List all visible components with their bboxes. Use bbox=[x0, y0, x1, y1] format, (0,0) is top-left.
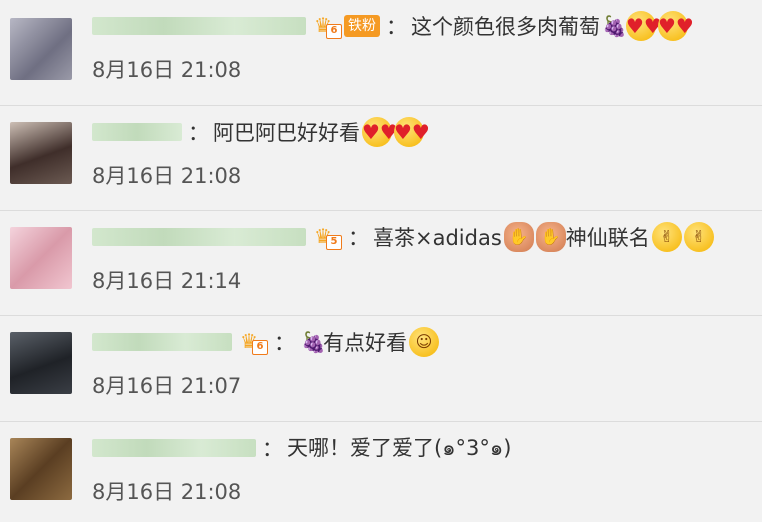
comment-list: ♛ 6 铁粉 ： 这个颜色很多肉葡萄 🍇 ♥♥ ♥♥ 8月16日 21:08 ：… bbox=[0, 0, 762, 522]
username-blurred[interactable] bbox=[92, 228, 306, 246]
pray-hands-emoji: ✋ bbox=[503, 222, 534, 252]
heart-eyes-emoji: ♥♥ bbox=[362, 117, 398, 147]
vip-badge[interactable]: ♛ 5 bbox=[312, 224, 342, 250]
username-blurred[interactable] bbox=[92, 333, 232, 351]
comment-item[interactable]: ： 阿巴阿巴好好看 ♥♥ ♥♥ 8月16日 21:08 bbox=[0, 106, 762, 210]
timestamp: 8月16日 21:08 bbox=[92, 58, 242, 82]
comment-text-after: 神仙联名 bbox=[565, 226, 650, 250]
fan-badge[interactable]: 铁粉 bbox=[344, 15, 380, 37]
comment-line: ♛ 6 铁粉 ： 这个颜色很多肉葡萄 🍇 ♥♥ ♥♥ bbox=[92, 8, 694, 44]
heart-eyes-emoji: ♥♥ bbox=[626, 11, 662, 41]
avatar[interactable] bbox=[10, 332, 72, 394]
comment-text: 有点好看 bbox=[323, 331, 407, 355]
comment-text: 这个颜色很多肉葡萄 bbox=[411, 15, 600, 39]
vip-badge[interactable]: ♛ 6 bbox=[312, 13, 342, 39]
laugh-emoji: ✌ bbox=[651, 222, 682, 252]
avatar[interactable] bbox=[10, 122, 72, 184]
laugh-emoji: ✌ bbox=[683, 222, 714, 252]
comment-item[interactable]: ♛ 6 铁粉 ： 这个颜色很多肉葡萄 🍇 ♥♥ ♥♥ 8月16日 21:08 bbox=[0, 0, 762, 105]
separator: ： bbox=[188, 121, 209, 145]
timestamp: 8月16日 21:07 bbox=[92, 374, 242, 398]
comment-line: ： 天哪！爱了爱了(๑°3°๑) bbox=[92, 430, 511, 466]
separator: ： bbox=[386, 15, 407, 39]
timestamp: 8月16日 21:08 bbox=[92, 164, 242, 188]
separator: ： bbox=[348, 226, 369, 250]
comment-item[interactable]: ： 天哪！爱了爱了(๑°3°๑) 8月16日 21:08 bbox=[0, 422, 762, 522]
comment-text: 天哪！爱了爱了(๑°3°๑) bbox=[287, 435, 512, 460]
vip-level: 6 bbox=[326, 24, 342, 39]
separator: ： bbox=[274, 331, 295, 355]
heart-eyes-emoji: ♥♥ bbox=[658, 11, 694, 41]
timestamp: 8月16日 21:08 bbox=[92, 480, 242, 504]
separator: ： bbox=[262, 437, 283, 461]
vip-level: 6 bbox=[252, 340, 268, 355]
comment-item[interactable]: ♛ 6 ： 🍇 有点好看 ☺ 8月16日 21:07 bbox=[0, 316, 762, 421]
pray-hands-emoji: ✋ bbox=[535, 222, 566, 252]
vip-badge[interactable]: ♛ 6 bbox=[238, 329, 268, 355]
comment-line: ♛ 5 ： 喜茶×adidas ✋ ✋ 神仙联名 ✌ ✌ bbox=[92, 219, 714, 255]
comment-item[interactable]: ♛ 5 ： 喜茶×adidas ✋ ✋ 神仙联名 ✌ ✌ 8月16日 21:14 bbox=[0, 211, 762, 315]
comment-text: 喜茶×adidas bbox=[373, 226, 502, 250]
username-blurred[interactable] bbox=[92, 439, 256, 457]
avatar[interactable] bbox=[10, 18, 72, 80]
comment-line: ♛ 6 ： 🍇 有点好看 ☺ bbox=[92, 324, 439, 360]
timestamp: 8月16日 21:14 bbox=[92, 269, 242, 293]
grape-icon: 🍇 bbox=[301, 330, 326, 354]
grin-emoji: ☺ bbox=[409, 327, 439, 357]
username-blurred[interactable] bbox=[92, 123, 182, 141]
avatar[interactable] bbox=[10, 227, 72, 289]
comment-text: 阿巴阿巴好好看 bbox=[213, 121, 360, 145]
heart-eyes-emoji: ♥♥ bbox=[394, 117, 430, 147]
grape-icon: 🍇 bbox=[602, 14, 627, 38]
vip-level: 5 bbox=[326, 235, 342, 250]
username-blurred[interactable] bbox=[92, 17, 306, 35]
comment-line: ： 阿巴阿巴好好看 ♥♥ ♥♥ bbox=[92, 114, 430, 150]
avatar[interactable] bbox=[10, 438, 72, 500]
